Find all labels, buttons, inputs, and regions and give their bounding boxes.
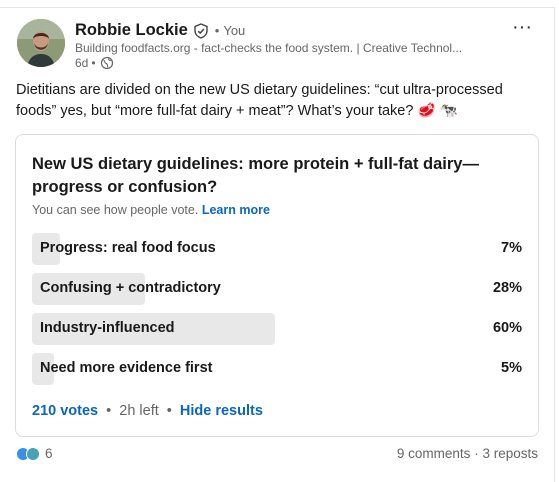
poll-option-label: Confusing + contradictory	[40, 280, 221, 296]
meta-dot: •	[91, 56, 96, 70]
time-left: 2h left	[119, 403, 159, 419]
avatar[interactable]	[17, 19, 65, 67]
avatar-photo	[17, 19, 65, 67]
post-text: Dietitians are divided on the new US die…	[16, 82, 503, 119]
post-age: 6d	[75, 56, 89, 70]
author-headline: Building foodfacts.org - fact-checks the…	[75, 41, 463, 55]
reactions-summary[interactable]: 6	[16, 446, 53, 461]
reaction-count: 6	[45, 446, 53, 461]
poll-option-label: Need more evidence first	[40, 360, 213, 376]
more-options-button[interactable]: ···	[512, 17, 532, 37]
separator-dot: •	[214, 23, 220, 38]
poll-option-label: Progress: real food focus	[40, 240, 216, 256]
votes-link[interactable]: 210 votes	[32, 403, 98, 419]
poll-option-percent: 60%	[492, 320, 522, 336]
poll-option: Need more evidence first 5%	[32, 353, 522, 385]
comments-link[interactable]: 9 comments	[397, 446, 471, 461]
poll-visibility-note: You can see how people vote. Learn more	[32, 203, 270, 217]
support-icon	[26, 446, 40, 461]
visibility-text: You can see how people vote.	[32, 203, 199, 217]
comments-reposts: 9 comments · 3 reposts	[397, 446, 538, 461]
poll-option: Progress: real food focus 7%	[32, 233, 522, 265]
poll-option-percent: 5%	[501, 360, 522, 376]
globe-icon	[100, 56, 113, 70]
social-counts: 6 9 comments · 3 reposts	[16, 446, 538, 464]
poll-option: Confusing + contradictory 28%	[32, 273, 522, 305]
poll-footer: 210 votes • 2h left • Hide results	[32, 403, 263, 419]
poll-question: New US dietary guidelines: more protein …	[32, 155, 479, 196]
poll-option-label: Industry-influenced	[40, 320, 175, 336]
social-dot: ·	[474, 446, 479, 461]
post-card: Robbie Lockie • You Building foodfacts.o…	[0, 7, 555, 482]
poll-card: New US dietary guidelines: more protein …	[15, 134, 539, 437]
author-row: Robbie Lockie • You	[75, 21, 245, 40]
verified-shield-icon	[194, 22, 208, 39]
footer-dot: •	[166, 403, 172, 419]
poll-option-percent: 28%	[492, 280, 522, 296]
you-label: You	[223, 23, 246, 38]
author-name[interactable]: Robbie Lockie	[75, 21, 188, 40]
hide-results-button[interactable]: Hide results	[180, 403, 263, 419]
poll-option: Industry-influenced 60%	[32, 313, 522, 345]
reposts-link[interactable]: 3 reposts	[482, 446, 538, 461]
post-meta: 6d •	[75, 56, 114, 70]
poll-option-percent: 7%	[501, 240, 522, 256]
learn-more-link[interactable]: Learn more	[202, 203, 270, 217]
footer-dot: •	[106, 403, 112, 419]
